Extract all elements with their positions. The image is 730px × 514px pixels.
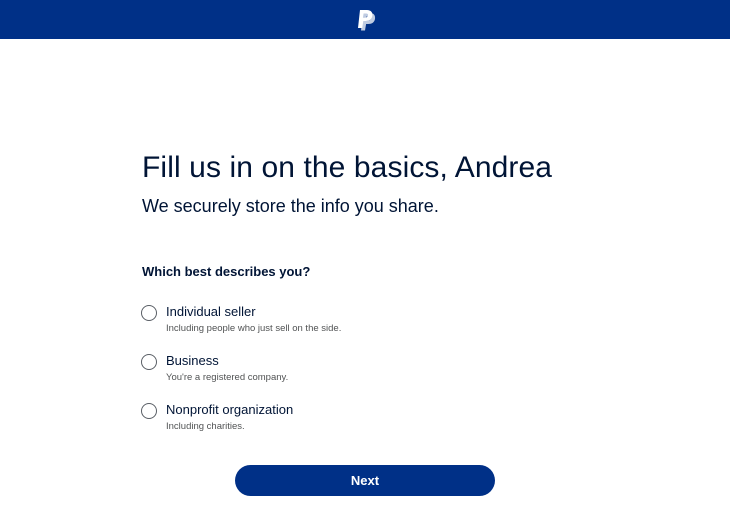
question-label: Which best describes you? — [142, 264, 311, 279]
next-button[interactable]: Next — [235, 465, 495, 496]
option-description: Including people who just sell on the si… — [166, 323, 342, 334]
radio-button[interactable] — [141, 354, 157, 370]
page-title: Fill us in on the basics, Andrea — [142, 151, 553, 184]
option-label: Nonprofit organization — [166, 402, 294, 417]
option-individual-seller[interactable]: Individual seller Including people who j… — [141, 303, 541, 352]
page-subtitle: We securely store the info you share. — [142, 196, 439, 216]
option-description: Including charities. — [166, 421, 245, 432]
option-label: Individual seller — [166, 304, 256, 319]
form-heading: Fill us in on the basics, Andrea We secu… — [142, 150, 582, 218]
option-label: Business — [166, 353, 219, 368]
radio-button[interactable] — [141, 403, 157, 419]
option-nonprofit-organization[interactable]: Nonprofit organization Including chariti… — [141, 401, 541, 450]
option-business[interactable]: Business You're a registered company. — [141, 352, 541, 401]
option-description: You're a registered company. — [166, 372, 289, 383]
paypal-logo-icon — [358, 9, 376, 30]
top-header-bar — [0, 0, 730, 39]
account-type-radio-group: Individual seller Including people who j… — [141, 303, 541, 450]
radio-button[interactable] — [141, 305, 157, 321]
